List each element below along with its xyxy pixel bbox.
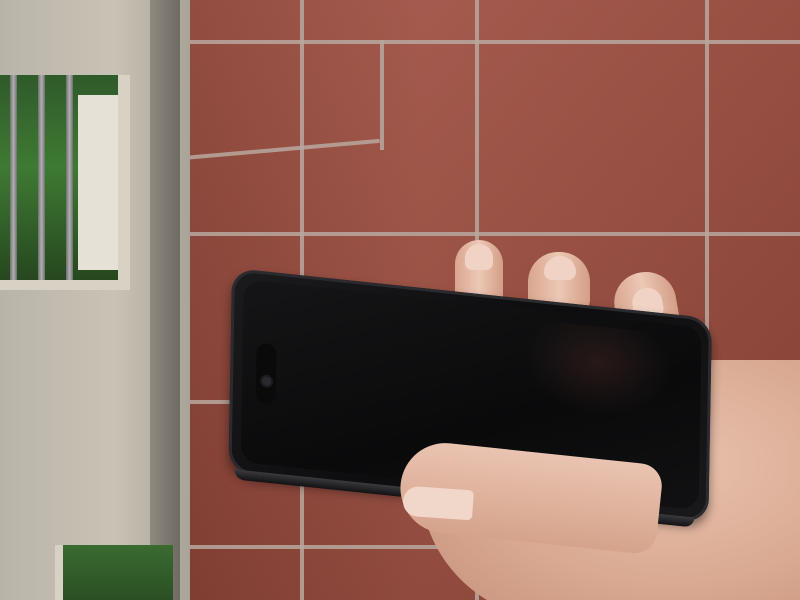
photo-scene <box>0 0 800 600</box>
window-light <box>78 95 118 270</box>
lower-window <box>55 545 173 600</box>
window-bar <box>10 75 17 280</box>
screen-notch <box>255 342 277 405</box>
thumbnail-nail <box>402 485 474 521</box>
screen-reflection <box>522 318 674 425</box>
fingernail <box>465 244 493 270</box>
front-camera-icon <box>262 376 272 387</box>
tile-grout <box>170 138 380 162</box>
fingernail <box>544 256 576 280</box>
tile-grout <box>380 40 384 150</box>
window-bar <box>38 75 45 280</box>
window-bar <box>66 75 73 280</box>
concrete-wall-edge <box>150 0 180 600</box>
